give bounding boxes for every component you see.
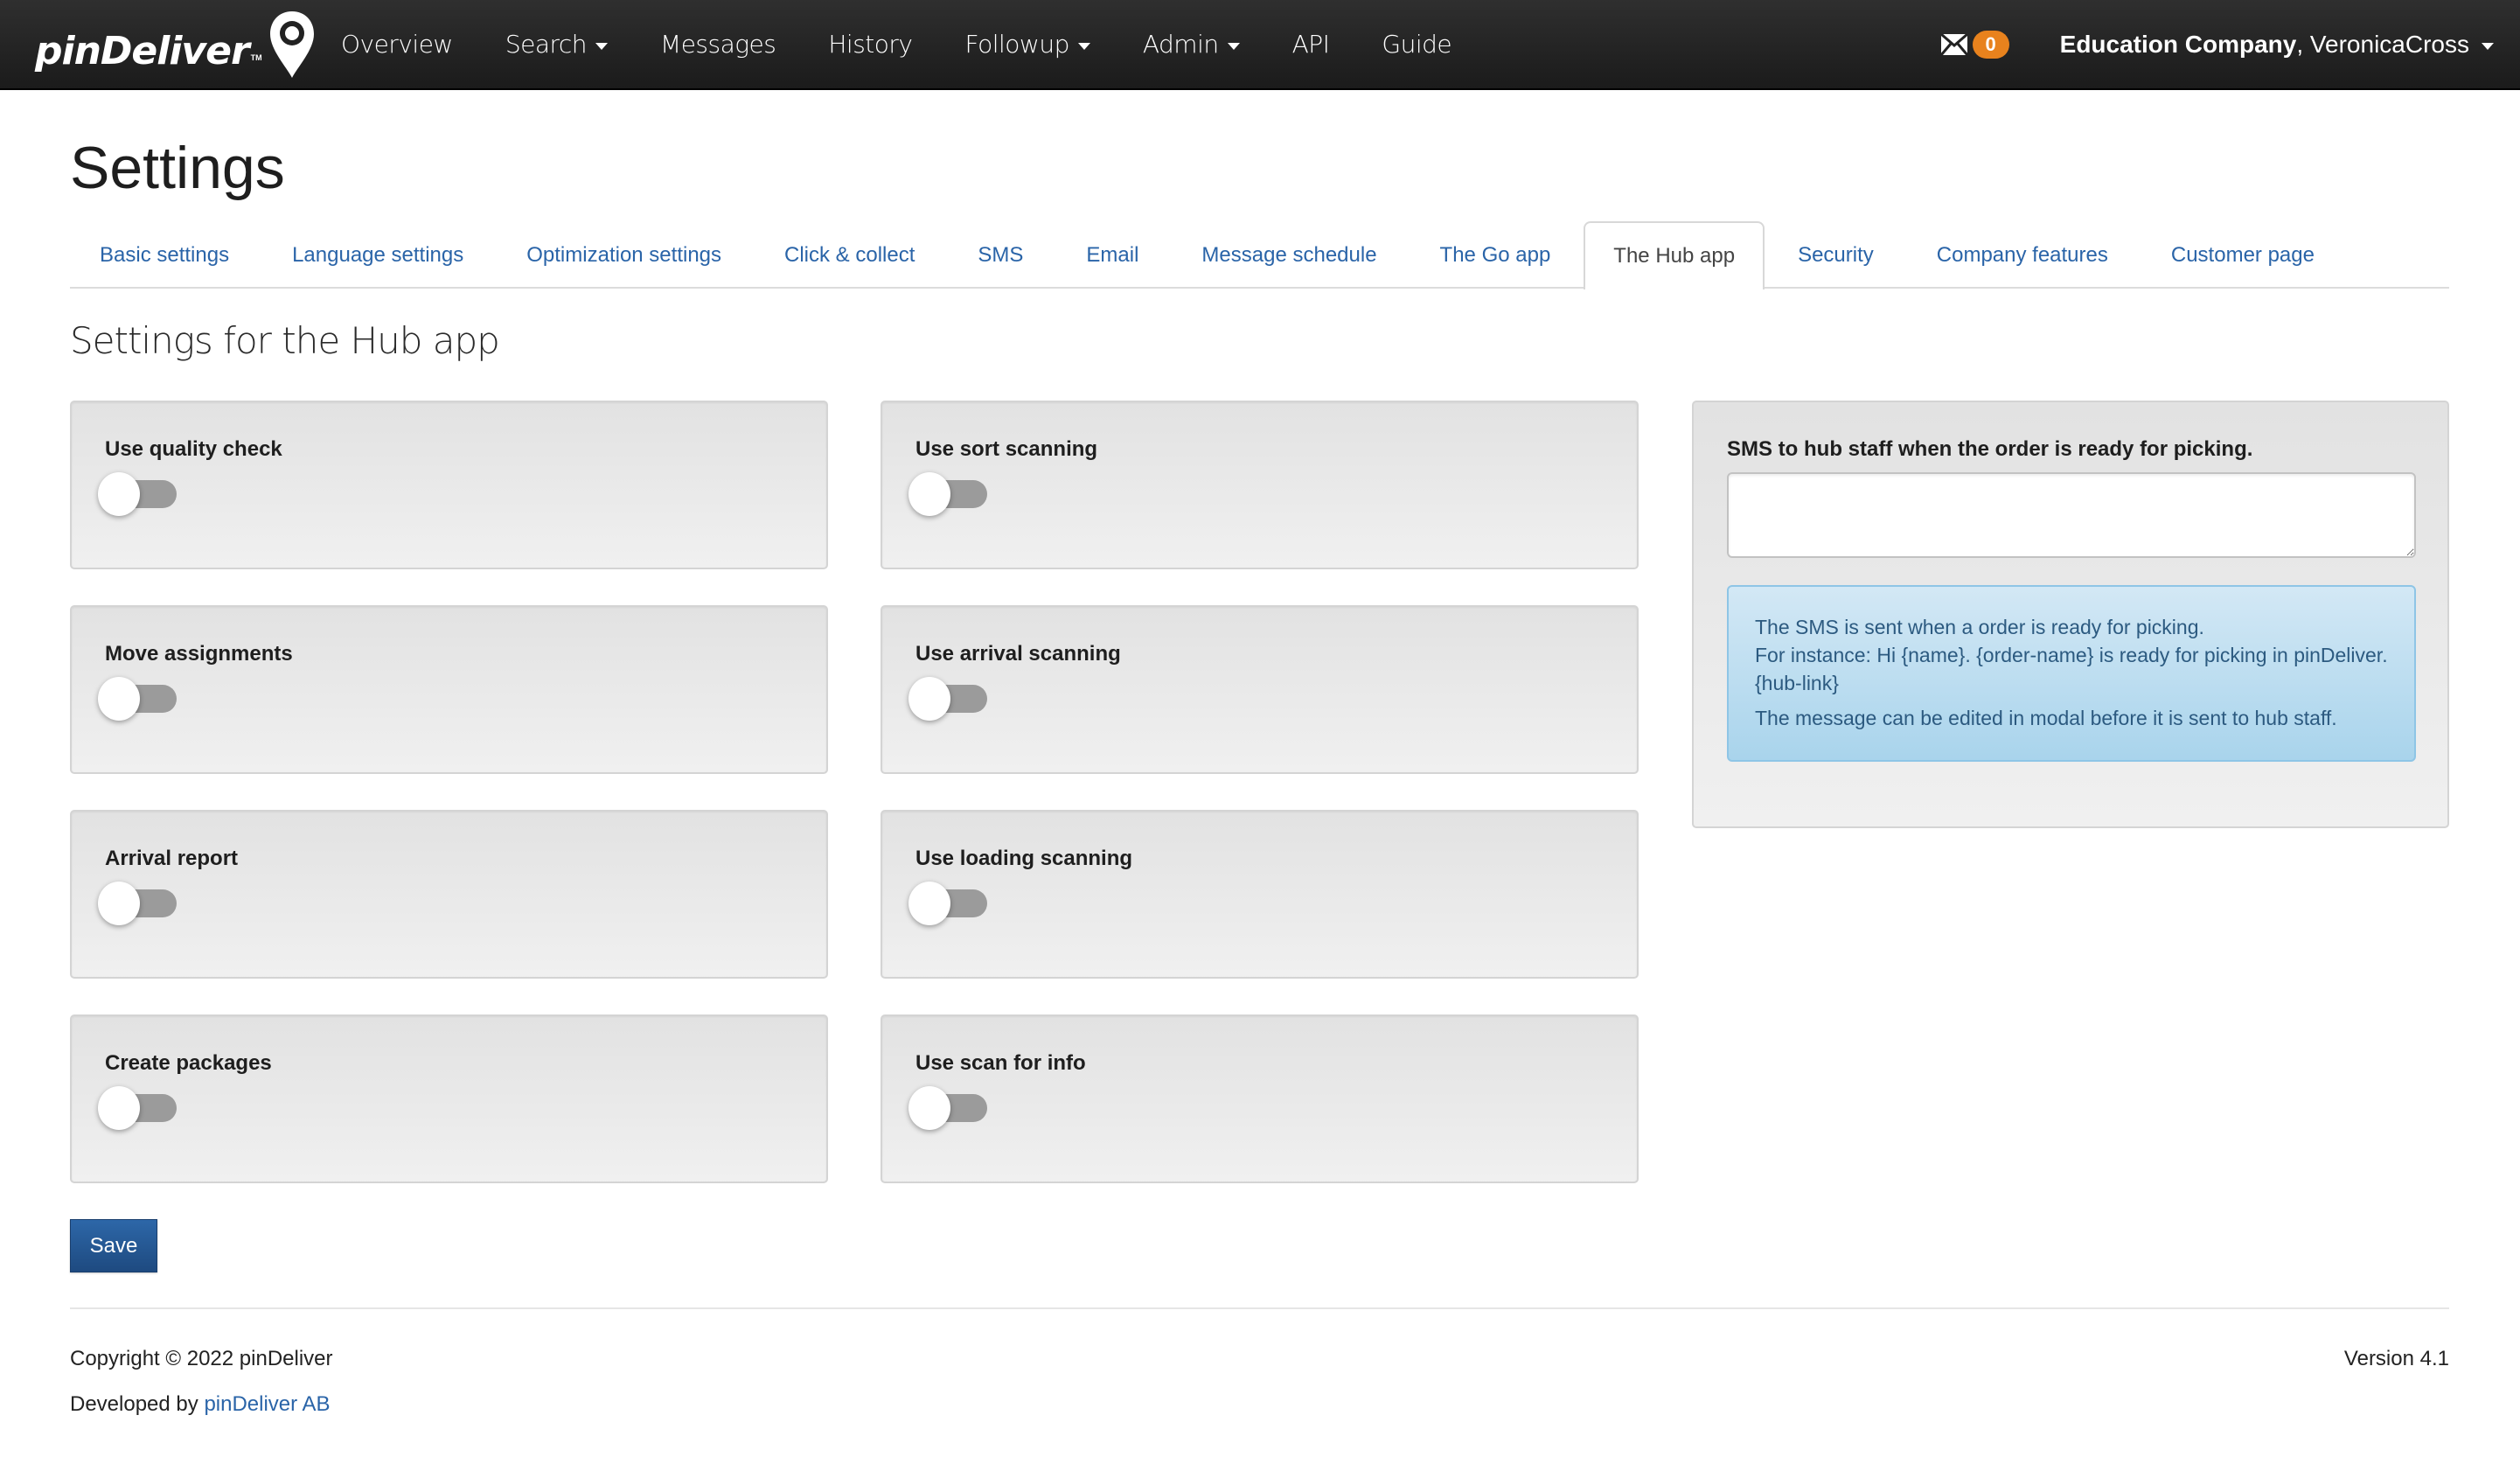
toggle-knob <box>908 1086 950 1130</box>
nav-history-label: History <box>828 30 913 59</box>
setting-card-sort-scanning: Use sort scanning <box>881 401 1639 569</box>
tab-optimization-settings[interactable]: Optimization settings <box>497 221 751 288</box>
sms-settings-panel: SMS to hub staff when the order is ready… <box>1692 401 2449 828</box>
setting-card-loading-scanning: Use loading scanning <box>881 810 1639 979</box>
toggle-knob <box>98 677 140 721</box>
tab-company-features[interactable]: Company features <box>1907 221 2138 288</box>
loading-scanning-toggle[interactable] <box>908 882 989 925</box>
setting-label: Use sort scanning <box>915 437 1098 461</box>
sms-message-textarea[interactable] <box>1727 472 2416 558</box>
toggle-knob <box>908 472 950 516</box>
tab-language-settings[interactable]: Language settings <box>262 221 493 288</box>
developed-by: Developed by pinDeliver AB <box>70 1392 331 1417</box>
setting-label: Use arrival scanning <box>915 642 1121 666</box>
nav-messages[interactable]: Messages <box>634 30 802 59</box>
sort-scanning-toggle[interactable] <box>908 472 989 516</box>
brand-logo[interactable]: pinDeliver TM <box>35 7 317 82</box>
tab-click-collect[interactable]: Click & collect <box>755 221 944 288</box>
tab-sms[interactable]: SMS <box>948 221 1053 288</box>
setting-card-move-assignments: Move assignments <box>70 605 828 774</box>
nav-overview[interactable]: Overview <box>315 30 479 59</box>
nav-messages-label: Messages <box>660 30 776 59</box>
toggle-knob <box>98 472 140 516</box>
quality-check-toggle[interactable] <box>98 472 178 516</box>
map-pin-icon <box>269 11 314 78</box>
scan-for-info-toggle[interactable] <box>908 1086 989 1130</box>
info-text: The SMS is sent when a order is ready fo… <box>1755 616 2204 638</box>
username: VeronicaCross <box>2309 30 2469 58</box>
setting-label: Move assignments <box>105 642 293 666</box>
create-packages-toggle[interactable] <box>98 1086 178 1130</box>
setting-label: Arrival report <box>105 847 239 870</box>
toggle-knob <box>908 677 950 721</box>
tab-go-app[interactable]: The Go app <box>1410 221 1581 288</box>
setting-card-scan-for-info: Use scan for info <box>881 1014 1639 1183</box>
nav-admin[interactable]: Admin <box>1117 30 1266 59</box>
nav-followup[interactable]: Followup <box>939 30 1117 59</box>
section-title: Settings for the Hub app <box>70 319 500 362</box>
user-menu[interactable]: Education Company, VeronicaCross <box>2060 31 2494 59</box>
tab-email[interactable]: Email <box>1056 221 1168 288</box>
nav-guide-label: Guide <box>1382 30 1452 59</box>
tab-customer-page[interactable]: Customer page <box>2141 221 2344 288</box>
nav-admin-label: Admin <box>1142 30 1219 59</box>
move-assignments-toggle[interactable] <box>98 677 178 721</box>
envelope-icon <box>1940 33 1967 55</box>
setting-label: Create packages <box>105 1051 272 1075</box>
version-text: Version 4.1 <box>2343 1347 2449 1370</box>
info-note: The message can be edited in modal befor… <box>1755 707 2337 729</box>
nav-overview-label: Overview <box>341 30 453 59</box>
nav-followup-label: Followup <box>964 30 1070 59</box>
nav-search[interactable]: Search <box>479 30 634 59</box>
setting-label: Use quality check <box>105 437 282 461</box>
brand-name: pinDeliver <box>35 29 250 73</box>
main-nav: Overview Search Messages History Followu… <box>315 0 1478 88</box>
developed-by-prefix: Developed by <box>70 1392 205 1416</box>
setting-card-quality-check: Use quality check <box>70 401 828 569</box>
arrival-report-toggle[interactable] <box>98 882 178 925</box>
setting-card-create-packages: Create packages <box>70 1014 828 1183</box>
toggle-knob <box>98 1086 140 1130</box>
copyright-text: Copyright © 2022 pinDeliver <box>70 1347 333 1370</box>
tab-message-schedule[interactable]: Message schedule <box>1172 221 1406 288</box>
info-example: For instance: Hi {name}. {order-name} is… <box>1755 644 2388 694</box>
messages-indicator[interactable]: 0 <box>1940 30 2009 59</box>
caret-down-icon <box>595 42 609 50</box>
brand-trademark: TM <box>250 53 262 62</box>
setting-label: Use loading scanning <box>915 847 1133 870</box>
nav-api-label: API <box>1291 30 1330 59</box>
toggle-knob <box>98 882 140 925</box>
footer-divider <box>70 1307 2449 1309</box>
page-title: Settings <box>70 135 285 201</box>
setting-card-arrival-scanning: Use arrival scanning <box>881 605 1639 774</box>
top-navbar: pinDeliver TM Overview Search Messages H… <box>0 0 2520 90</box>
tab-basic-settings[interactable]: Basic settings <box>70 221 259 288</box>
arrival-scanning-toggle[interactable] <box>908 677 989 721</box>
toggle-knob <box>908 882 950 925</box>
caret-down-icon <box>1077 42 1090 50</box>
tab-hub-app[interactable]: The Hub app <box>1584 221 1765 289</box>
setting-card-arrival-report: Arrival report <box>70 810 828 979</box>
developer-link[interactable]: pinDeliver AB <box>204 1392 330 1416</box>
setting-label: Use scan for info <box>915 1051 1086 1075</box>
nav-guide[interactable]: Guide <box>1355 30 1478 59</box>
message-count-badge: 0 <box>1972 30 2009 59</box>
nav-api[interactable]: API <box>1266 30 1356 59</box>
save-button[interactable]: Save <box>70 1219 157 1272</box>
nav-history[interactable]: History <box>802 30 938 59</box>
tab-security[interactable]: Security <box>1768 221 1904 288</box>
sms-field-label: SMS to hub staff when the order is ready… <box>1727 437 2253 461</box>
nav-right: 0 Education Company, VeronicaCross <box>1940 0 2494 88</box>
nav-search-label: Search <box>505 30 588 59</box>
caret-down-icon <box>1227 42 1240 50</box>
company-name: Education Company <box>2059 30 2297 58</box>
caret-down-icon <box>2482 42 2494 50</box>
sms-info-alert: The SMS is sent when a order is ready fo… <box>1727 585 2416 762</box>
settings-tabs: Basic settings Language settings Optimiz… <box>70 221 2449 289</box>
user-separator: , <box>2296 30 2310 58</box>
